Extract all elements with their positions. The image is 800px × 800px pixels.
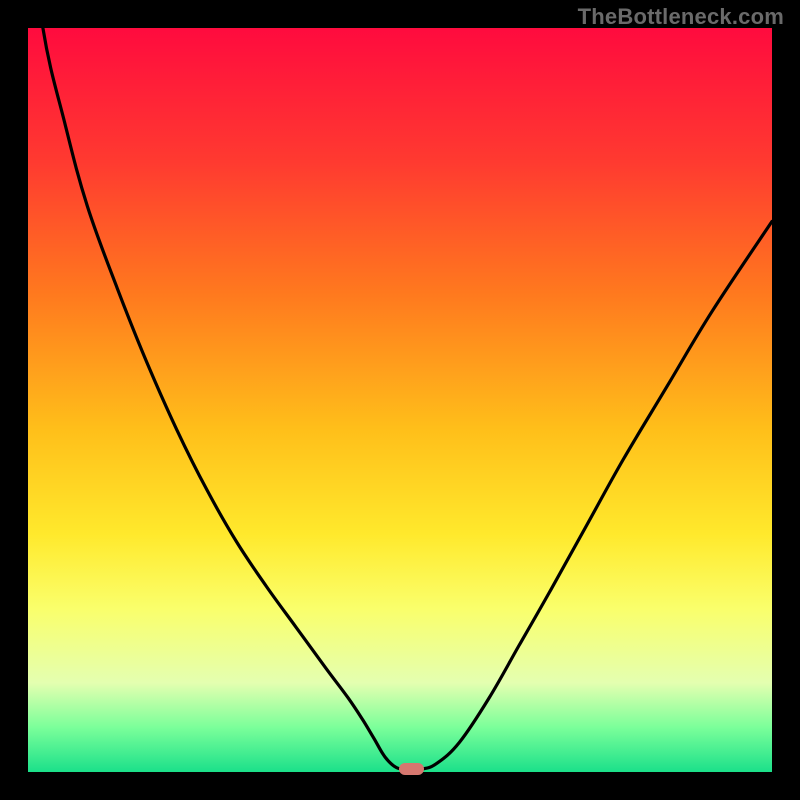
optimal-marker (399, 763, 424, 775)
chart-frame: TheBottleneck.com (0, 0, 800, 800)
watermark-text: TheBottleneck.com (578, 4, 784, 30)
curve-svg (28, 28, 772, 772)
bottleneck-curve (28, 28, 772, 770)
plot-area (28, 28, 772, 772)
